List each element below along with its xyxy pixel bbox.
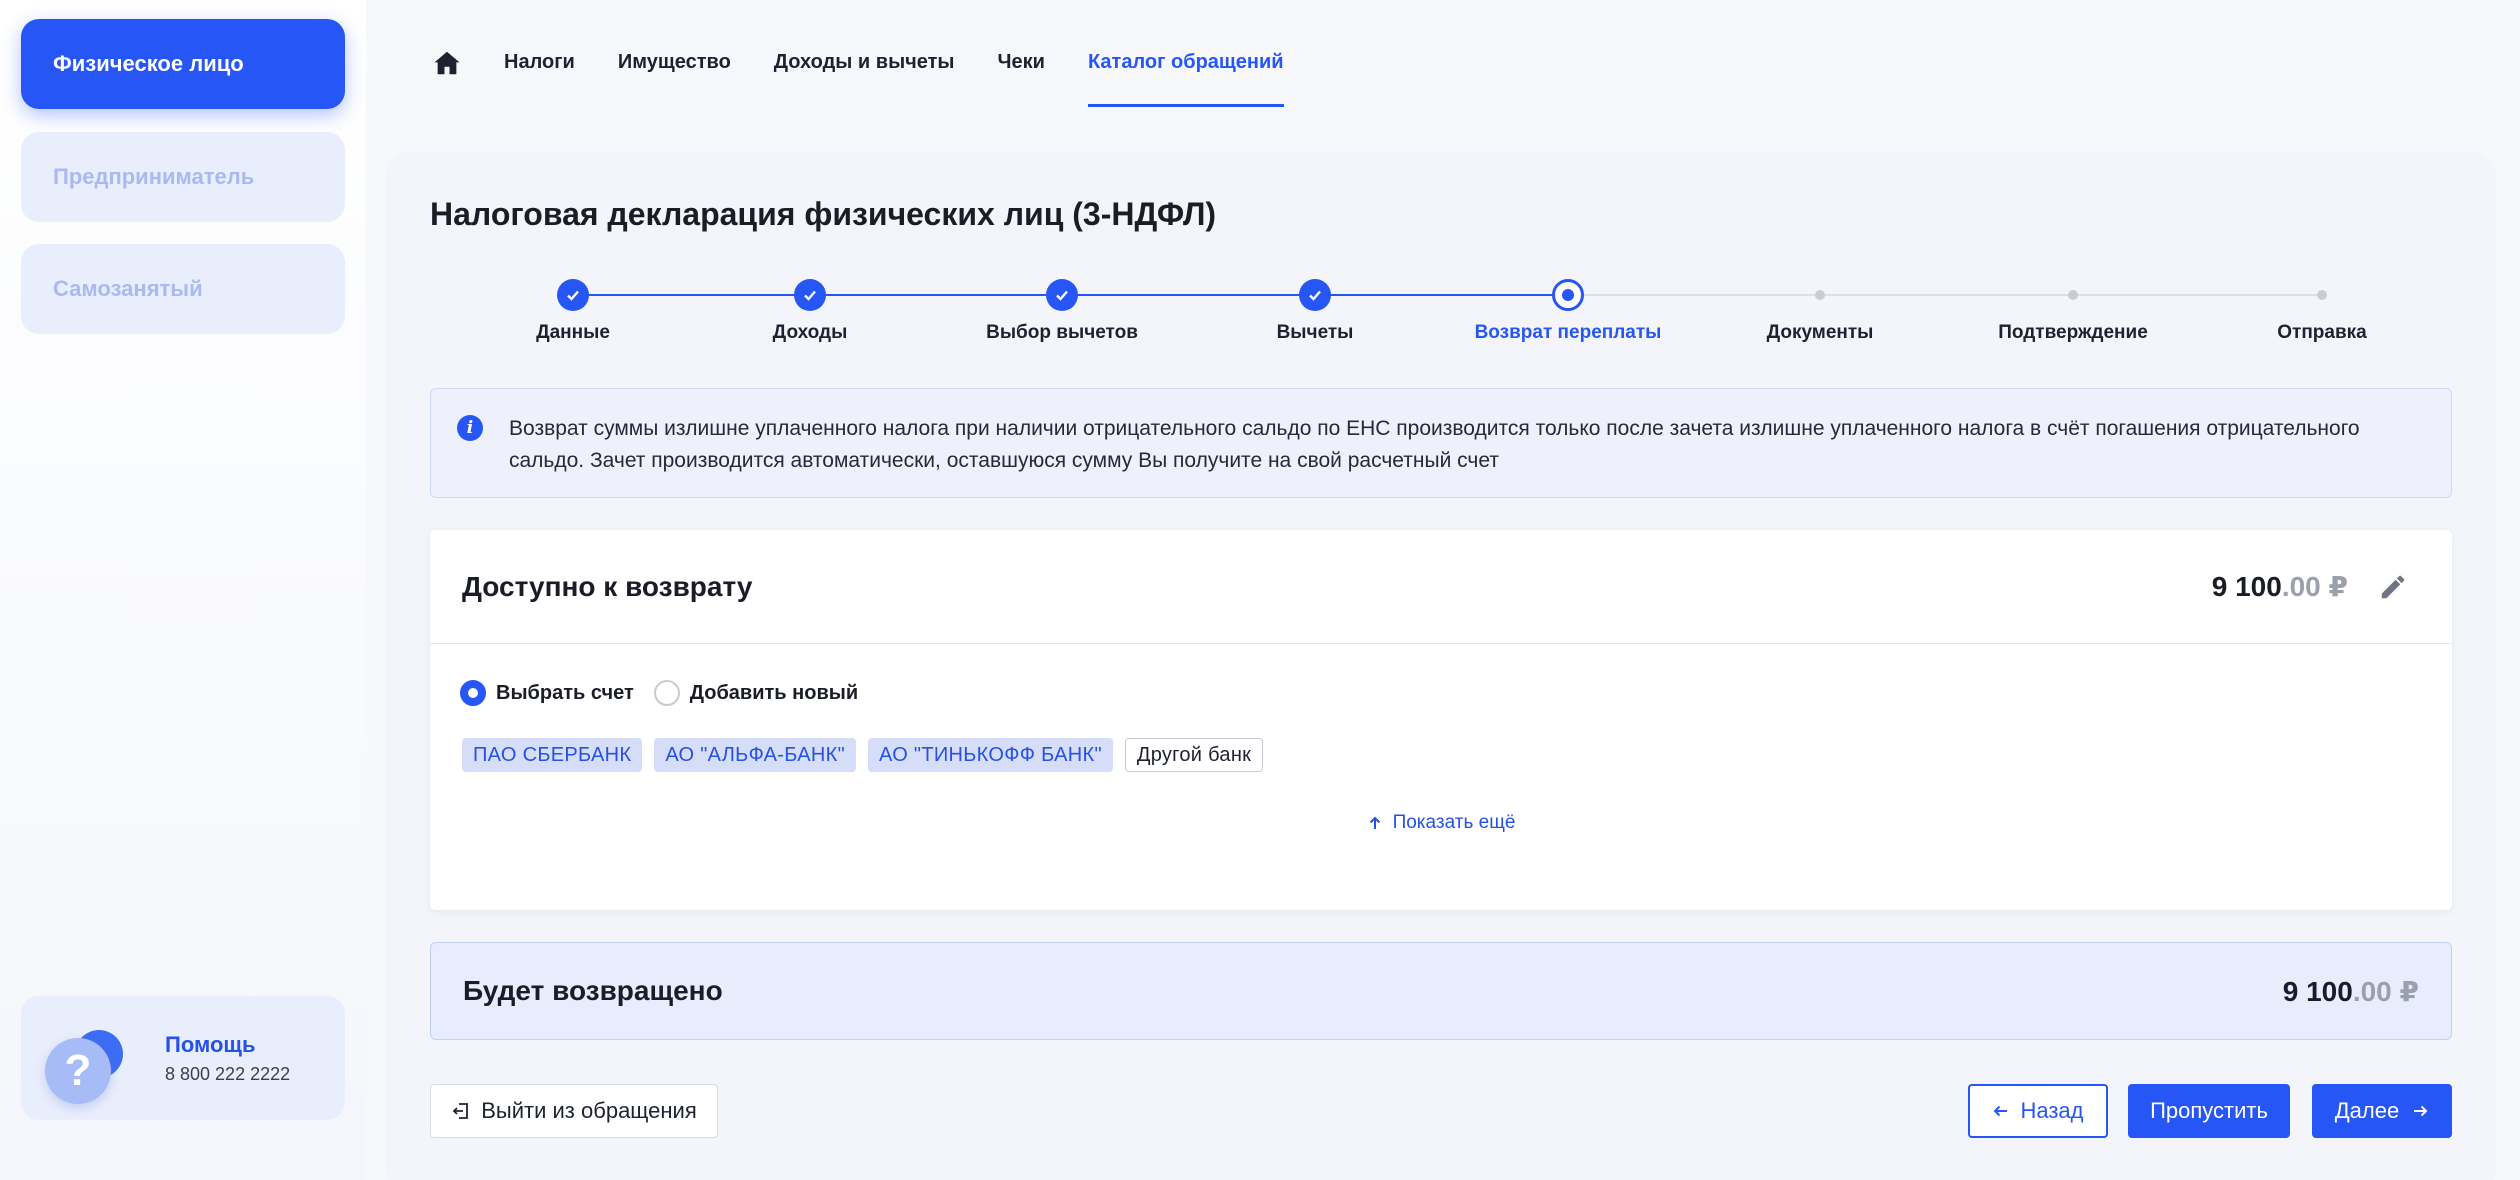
result-amount: 9 100.00 ₽ — [2283, 975, 2419, 1008]
top-nav: Налоги Имущество Доходы и вычеты Чеки Ка… — [432, 40, 1327, 110]
radio-select-account[interactable] — [460, 680, 486, 706]
step-done-icon — [557, 279, 589, 311]
step-connector — [1568, 294, 1820, 296]
bank-list: ПАО СБЕРБАНК АО "АЛЬФА-БАНК" АО "ТИНЬКОФ… — [462, 738, 1275, 772]
checkmark-icon — [1056, 290, 1068, 301]
arrow-up-icon — [1369, 816, 1380, 829]
back-button[interactable]: Назад — [1968, 1084, 2108, 1138]
nav-receipts[interactable]: Чеки — [998, 40, 1045, 107]
exit-request-button[interactable]: Выйти из обращения — [430, 1084, 718, 1138]
help-icon: ? — [43, 1008, 143, 1108]
step-label: Доходы — [772, 322, 848, 343]
info-notice: i Возврат суммы излишне уплаченного нало… — [430, 388, 2452, 498]
step-label: Отправка — [2277, 322, 2367, 343]
step-label: Документы — [1766, 322, 1874, 343]
info-text: Возврат суммы излишне уплаченного налога… — [509, 417, 2360, 472]
exit-icon — [452, 1103, 469, 1119]
step-connector — [1315, 294, 1568, 296]
result-amount-main: 9 100 — [2282, 975, 2353, 1007]
step-label: Выбор вычетов — [986, 322, 1138, 343]
sidebar-item-individual[interactable]: Физическое лицо — [21, 19, 345, 109]
nav-property[interactable]: Имущество — [618, 40, 731, 107]
refund-amount-cents: .00 ₽ — [2281, 571, 2348, 602]
step-connector — [1062, 294, 1315, 296]
nav-requests-catalog[interactable]: Каталог обращений — [1087, 40, 1284, 107]
checkmark-icon — [804, 290, 816, 301]
account-choice: Выбрать счет Добавить новый — [460, 680, 878, 706]
sidebar-item-self-employed[interactable]: Самозанятый — [21, 244, 345, 334]
result-box: Будет возвращено 9 100.00 ₽ — [430, 942, 2452, 1040]
back-label[interactable]: Назад — [2020, 1098, 2083, 1124]
radio-select-account-label[interactable]: Выбрать счет — [496, 682, 634, 705]
refund-amount: 9 100.00 ₽ — [2212, 570, 2348, 603]
step-connector — [1820, 294, 2073, 296]
step-label: Данные — [536, 322, 610, 343]
pencil-icon[interactable] — [2378, 572, 2408, 602]
radio-add-new-label[interactable]: Добавить новый — [690, 682, 858, 705]
radio-add-new[interactable] — [653, 680, 680, 706]
next-label[interactable]: Далее — [2335, 1098, 2399, 1124]
refund-card-title: Доступно к возврату — [462, 570, 753, 602]
bank-chip-sberbank[interactable]: ПАО СБЕРБАНК — [462, 738, 643, 772]
stepper: Данные Доходы Выбор вычетов Вычеты Возврат п… — [386, 152, 2496, 362]
step-label: Вычеты — [1276, 322, 1354, 343]
step-label: Возврат переплаты — [1474, 322, 1662, 343]
sidebar-item-entrepreneur[interactable]: Предприниматель — [21, 132, 345, 222]
step-done-icon — [1046, 279, 1078, 311]
checkmark-icon — [1309, 290, 1321, 301]
step-pending-icon — [1815, 290, 1825, 300]
next-button[interactable]: Далее — [2312, 1084, 2452, 1138]
step-label: Подтверждение — [1998, 322, 2148, 343]
step-pending-icon — [2068, 290, 2078, 300]
show-more-label[interactable]: Показать ещё — [1393, 812, 1516, 834]
exit-request-label[interactable]: Выйти из обращения — [481, 1098, 697, 1124]
bank-chip-alfa[interactable]: АО "АЛЬФА-БАНК" — [654, 738, 856, 772]
nav-income-deductions[interactable]: Доходы и вычеты — [774, 40, 955, 107]
home-icon[interactable] — [432, 48, 462, 78]
step-connector — [573, 294, 810, 296]
step-connector — [810, 294, 1062, 296]
question-icon: ? — [45, 1038, 111, 1104]
step-done-icon — [1299, 279, 1331, 311]
sidebar: Физическое лицо Предприниматель Самозаня… — [0, 0, 366, 1180]
checkmark-icon — [567, 290, 579, 301]
help-card[interactable]: ? Помощь 8 800 222 2222 — [21, 996, 345, 1120]
step-connector — [2073, 294, 2322, 296]
bank-chip-tinkoff[interactable]: АО "ТИНЬКОФФ БАНК" — [868, 738, 1113, 772]
help-title: Помощь — [165, 1031, 256, 1057]
nav-taxes[interactable]: Налоги — [504, 40, 575, 107]
refund-card: Доступно к возврату 9 100.00 ₽ Выбрать с… — [430, 530, 2452, 910]
arrow-left-icon — [1994, 1105, 2008, 1117]
refund-amount-main: 9 100 — [2211, 571, 2282, 602]
help-phone: 8 800 222 2222 — [165, 1063, 291, 1084]
step-pending-icon — [2317, 290, 2327, 300]
bank-chip-other[interactable]: Другой банк — [1124, 738, 1264, 772]
info-icon: i — [457, 415, 483, 441]
arrow-right-icon — [2414, 1105, 2428, 1117]
result-title: Будет возвращено — [463, 975, 723, 1006]
step-done-icon — [794, 279, 826, 311]
show-more-link[interactable]: Показать ещё — [430, 812, 2452, 834]
result-amount-cents: .00 ₽ — [2352, 975, 2419, 1007]
main-panel: Налоговая декларация физических лиц (3-Н… — [386, 152, 2496, 1180]
step-current-icon — [1552, 279, 1584, 311]
skip-button[interactable]: Пропустить — [2128, 1084, 2290, 1138]
